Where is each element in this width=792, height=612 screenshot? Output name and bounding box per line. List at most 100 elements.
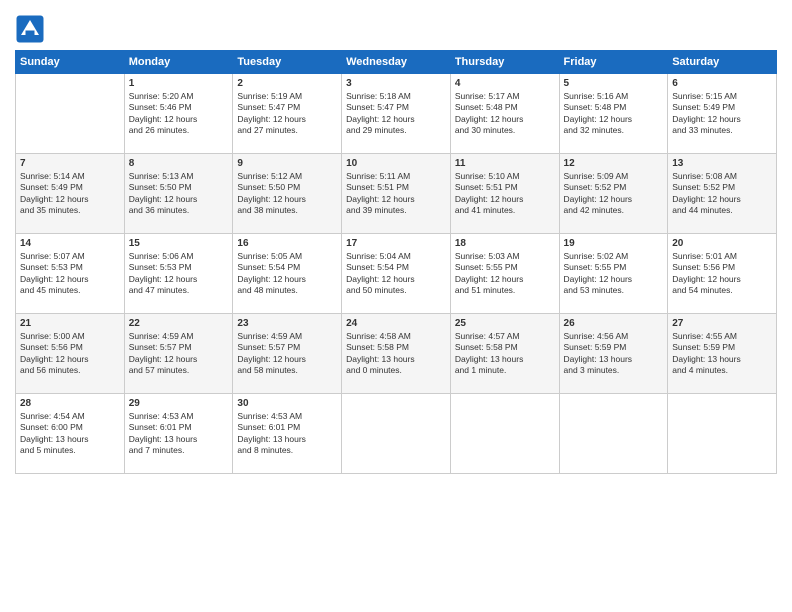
day-number: 19 [564,238,664,249]
day-cell: 15 Sunrise: 5:06 AM Sunset: 5:53 PM Dayli… [124,234,233,314]
day-info: Sunrise: 5:19 AM Sunset: 5:47 PM Dayligh… [237,91,337,137]
day-number: 17 [346,238,446,249]
day-number: 23 [237,318,337,329]
day-info: Sunrise: 5:06 AM Sunset: 5:53 PM Dayligh… [129,251,229,297]
day-cell: 23 Sunrise: 4:59 AM Sunset: 5:57 PM Dayli… [233,314,342,394]
day-info: Sunrise: 5:11 AM Sunset: 5:51 PM Dayligh… [346,171,446,217]
header-row: SundayMondayTuesdayWednesdayThursdayFrid… [16,51,777,74]
day-info: Sunrise: 5:02 AM Sunset: 5:55 PM Dayligh… [564,251,664,297]
day-info: Sunrise: 5:18 AM Sunset: 5:47 PM Dayligh… [346,91,446,137]
day-cell: 1 Sunrise: 5:20 AM Sunset: 5:46 PM Daylig… [124,74,233,154]
day-number: 3 [346,78,446,89]
day-number: 26 [564,318,664,329]
day-cell: 9 Sunrise: 5:12 AM Sunset: 5:50 PM Daylig… [233,154,342,234]
day-info: Sunrise: 4:59 AM Sunset: 5:57 PM Dayligh… [129,331,229,377]
day-info: Sunrise: 5:12 AM Sunset: 5:50 PM Dayligh… [237,171,337,217]
day-cell: 12 Sunrise: 5:09 AM Sunset: 5:52 PM Dayli… [559,154,668,234]
day-cell: 10 Sunrise: 5:11 AM Sunset: 5:51 PM Dayli… [342,154,451,234]
day-number: 21 [20,318,120,329]
day-cell: 21 Sunrise: 5:00 AM Sunset: 5:56 PM Dayli… [16,314,125,394]
logo-icon [15,14,45,44]
week-row-5: 28 Sunrise: 4:54 AM Sunset: 6:00 PM Dayli… [16,394,777,474]
day-number: 9 [237,158,337,169]
week-row-1: 1 Sunrise: 5:20 AM Sunset: 5:46 PM Daylig… [16,74,777,154]
day-number: 4 [455,78,555,89]
col-header-monday: Monday [124,51,233,74]
day-info: Sunrise: 5:20 AM Sunset: 5:46 PM Dayligh… [129,91,229,137]
col-header-tuesday: Tuesday [233,51,342,74]
day-info: Sunrise: 5:05 AM Sunset: 5:54 PM Dayligh… [237,251,337,297]
day-cell: 20 Sunrise: 5:01 AM Sunset: 5:56 PM Dayli… [668,234,777,314]
day-cell: 4 Sunrise: 5:17 AM Sunset: 5:48 PM Daylig… [450,74,559,154]
day-info: Sunrise: 5:10 AM Sunset: 5:51 PM Dayligh… [455,171,555,217]
day-info: Sunrise: 5:04 AM Sunset: 5:54 PM Dayligh… [346,251,446,297]
col-header-wednesday: Wednesday [342,51,451,74]
day-cell [559,394,668,474]
header [15,10,777,44]
day-number: 1 [129,78,229,89]
day-number: 24 [346,318,446,329]
day-info: Sunrise: 5:16 AM Sunset: 5:48 PM Dayligh… [564,91,664,137]
day-info: Sunrise: 5:07 AM Sunset: 5:53 PM Dayligh… [20,251,120,297]
day-cell: 13Sunrise: 5:08 AM Sunset: 5:52 PM Dayli… [668,154,777,234]
day-number: 25 [455,318,555,329]
day-number: 28 [20,398,120,409]
day-cell: 19 Sunrise: 5:02 AM Sunset: 5:55 PM Dayli… [559,234,668,314]
day-info: Sunrise: 4:55 AM Sunset: 5:59 PM Dayligh… [672,331,772,377]
day-info: Sunrise: 4:58 AM Sunset: 5:58 PM Dayligh… [346,331,446,377]
day-number: 27 [672,318,772,329]
col-header-saturday: Saturday [668,51,777,74]
day-info: Sunrise: 5:14 AM Sunset: 5:49 PM Dayligh… [20,171,120,217]
day-cell: 29 Sunrise: 4:53 AM Sunset: 6:01 PM Dayli… [124,394,233,474]
day-cell [668,394,777,474]
day-info: Sunrise: 5:09 AM Sunset: 5:52 PM Dayligh… [564,171,664,217]
day-info: Sunrise: 4:54 AM Sunset: 6:00 PM Dayligh… [20,411,120,457]
day-cell: 11Sunrise: 5:10 AM Sunset: 5:51 PM Dayli… [450,154,559,234]
day-cell: 18Sunrise: 5:03 AM Sunset: 5:55 PM Dayli… [450,234,559,314]
day-info: Sunrise: 5:01 AM Sunset: 5:56 PM Dayligh… [672,251,772,297]
day-info: Sunrise: 5:03 AM Sunset: 5:55 PM Dayligh… [455,251,555,297]
day-number: 22 [129,318,229,329]
day-cell: 24 Sunrise: 4:58 AM Sunset: 5:58 PM Dayli… [342,314,451,394]
day-cell: 27 Sunrise: 4:55 AM Sunset: 5:59 PM Dayli… [668,314,777,394]
day-info: Sunrise: 4:57 AM Sunset: 5:58 PM Dayligh… [455,331,555,377]
day-cell: 26 Sunrise: 4:56 AM Sunset: 5:59 PM Dayli… [559,314,668,394]
day-number: 10 [346,158,446,169]
day-cell: 17 Sunrise: 5:04 AM Sunset: 5:54 PM Dayli… [342,234,451,314]
day-info: Sunrise: 5:00 AM Sunset: 5:56 PM Dayligh… [20,331,120,377]
day-number: 15 [129,238,229,249]
col-header-friday: Friday [559,51,668,74]
day-number: 12 [564,158,664,169]
week-row-2: 7Sunrise: 5:14 AM Sunset: 5:49 PM Daylig… [16,154,777,234]
day-cell: 6 Sunrise: 5:15 AM Sunset: 5:49 PM Daylig… [668,74,777,154]
day-cell [450,394,559,474]
day-cell: 8Sunrise: 5:13 AM Sunset: 5:50 PM Daylig… [124,154,233,234]
day-cell [16,74,125,154]
day-cell: 25 Sunrise: 4:57 AM Sunset: 5:58 PM Dayli… [450,314,559,394]
day-info: Sunrise: 5:17 AM Sunset: 5:48 PM Dayligh… [455,91,555,137]
day-number: 6 [672,78,772,89]
day-info: Sunrise: 4:53 AM Sunset: 6:01 PM Dayligh… [129,411,229,457]
calendar-table: SundayMondayTuesdayWednesdayThursdayFrid… [15,50,777,474]
day-number: 5 [564,78,664,89]
day-number: 20 [672,238,772,249]
day-cell: 5 Sunrise: 5:16 AM Sunset: 5:48 PM Daylig… [559,74,668,154]
logo [15,14,49,44]
day-info: Sunrise: 5:15 AM Sunset: 5:49 PM Dayligh… [672,91,772,137]
page-container: SundayMondayTuesdayWednesdayThursdayFrid… [0,0,792,484]
day-info: Sunrise: 4:56 AM Sunset: 5:59 PM Dayligh… [564,331,664,377]
day-number: 13 [672,158,772,169]
day-cell: 28 Sunrise: 4:54 AM Sunset: 6:00 PM Dayli… [16,394,125,474]
day-info: Sunrise: 5:13 AM Sunset: 5:50 PM Dayligh… [129,171,229,217]
day-cell: 30Sunrise: 4:53 AM Sunset: 6:01 PM Dayli… [233,394,342,474]
day-cell [342,394,451,474]
week-row-3: 14Sunrise: 5:07 AM Sunset: 5:53 PM Dayli… [16,234,777,314]
day-cell: 2Sunrise: 5:19 AM Sunset: 5:47 PM Daylig… [233,74,342,154]
col-header-sunday: Sunday [16,51,125,74]
day-number: 29 [129,398,229,409]
day-info: Sunrise: 4:59 AM Sunset: 5:57 PM Dayligh… [237,331,337,377]
day-cell: 7Sunrise: 5:14 AM Sunset: 5:49 PM Daylig… [16,154,125,234]
day-cell: 14Sunrise: 5:07 AM Sunset: 5:53 PM Dayli… [16,234,125,314]
col-header-thursday: Thursday [450,51,559,74]
day-info: Sunrise: 4:53 AM Sunset: 6:01 PM Dayligh… [237,411,337,457]
